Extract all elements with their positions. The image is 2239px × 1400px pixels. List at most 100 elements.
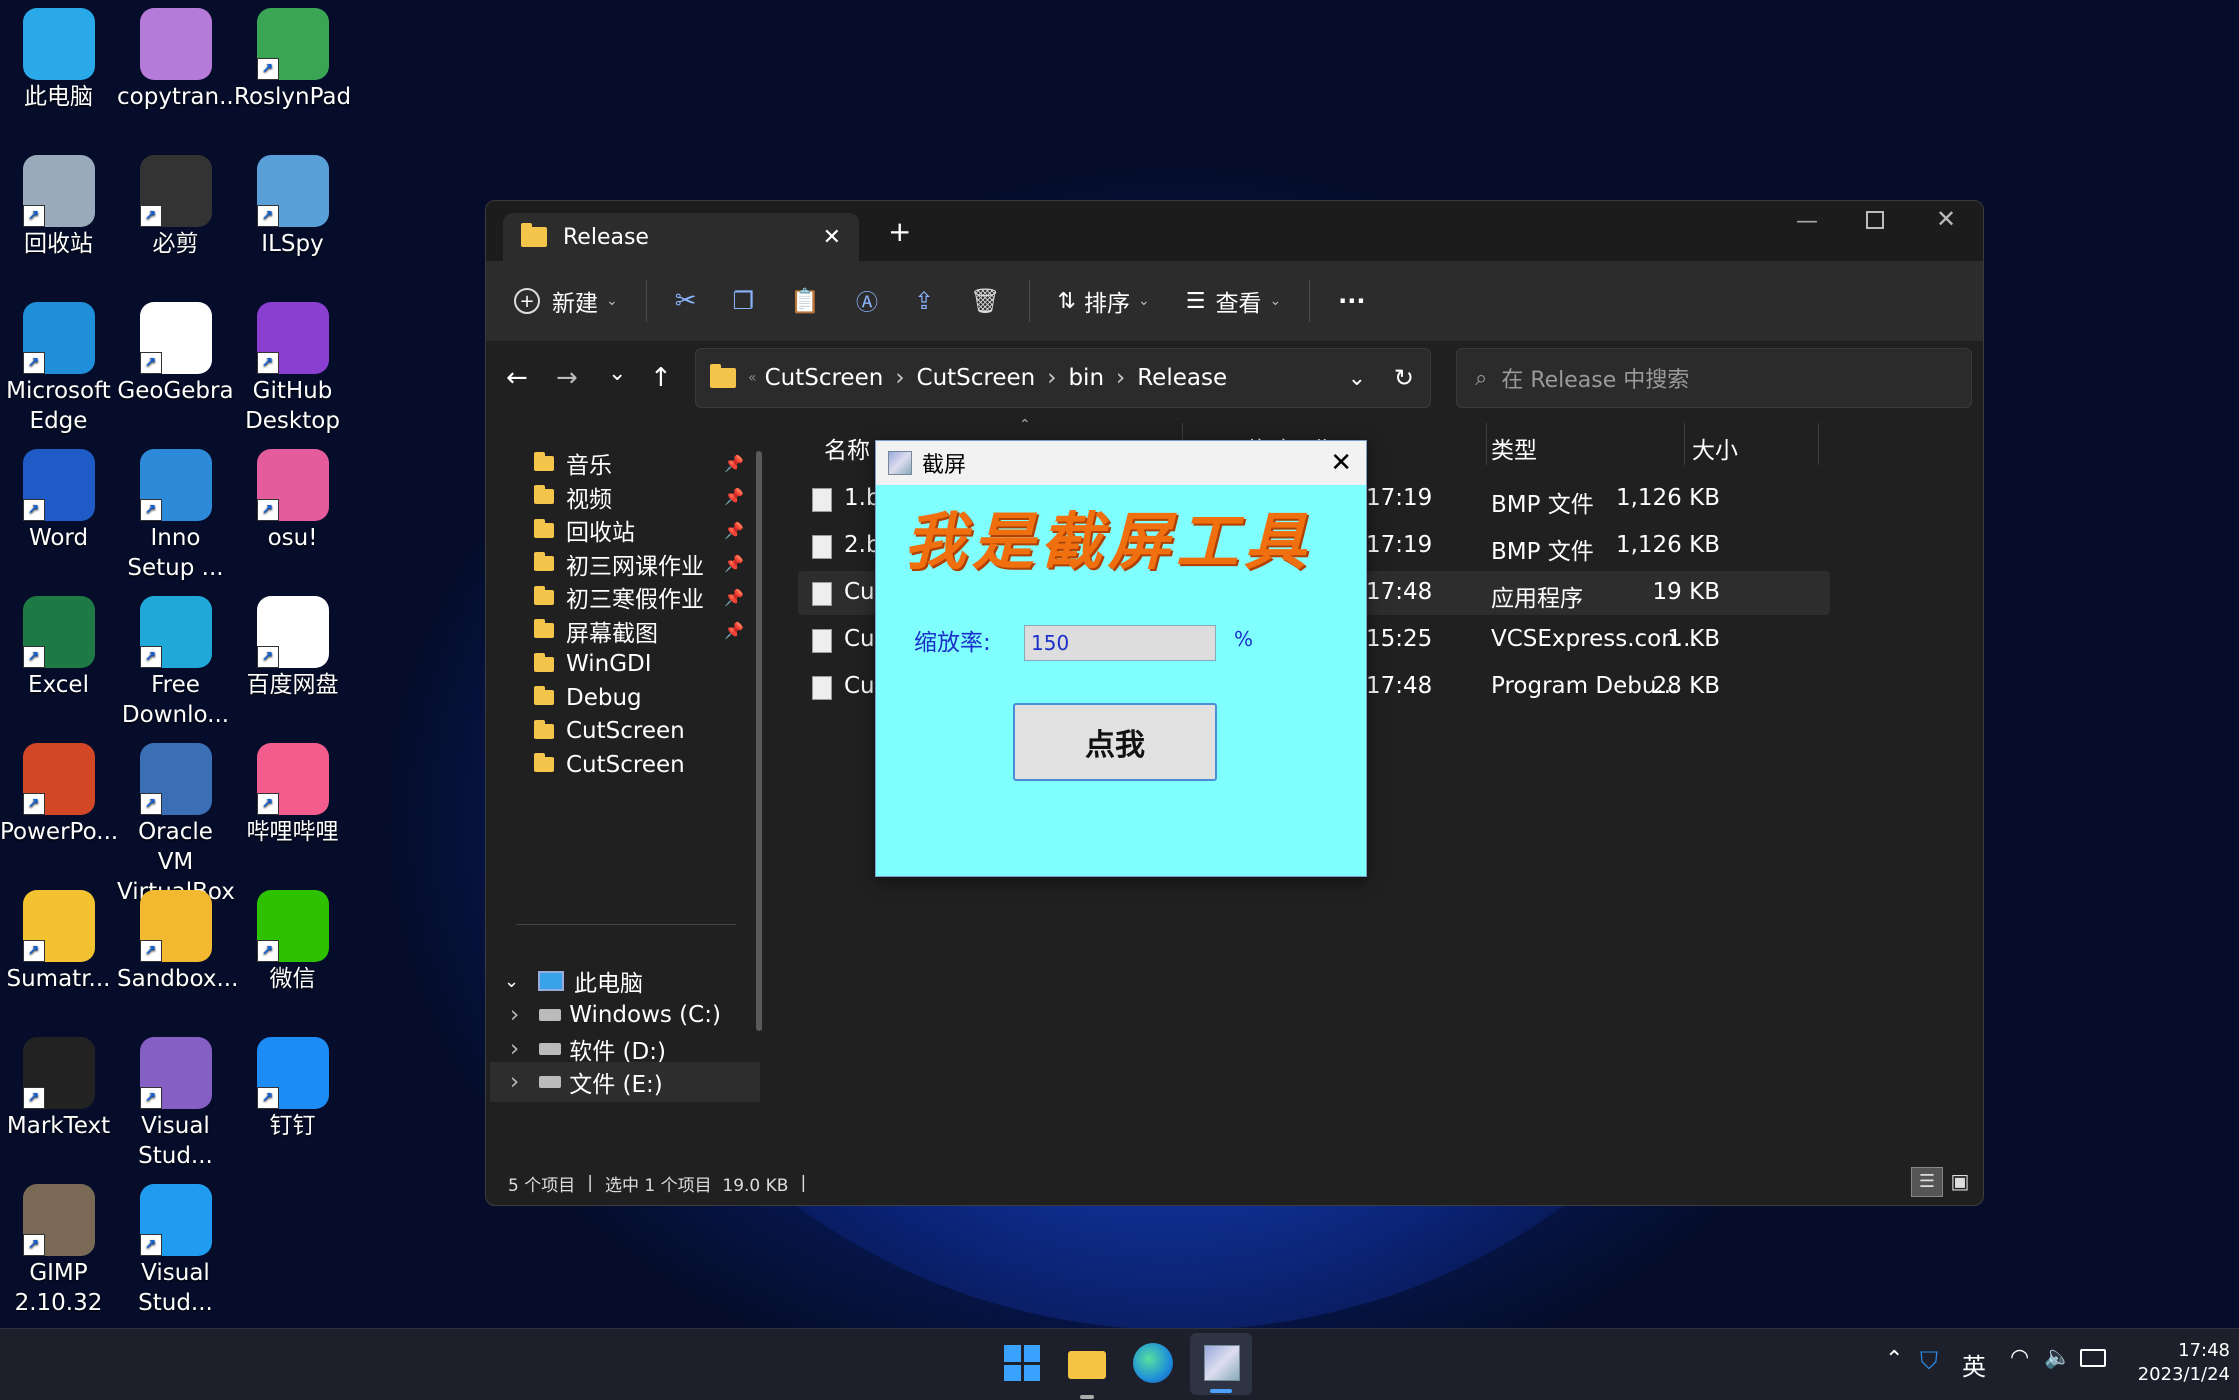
tiles-view-icon[interactable]: ▣ xyxy=(1946,1167,1974,1195)
search-box[interactable]: ⌕ 在 Release 中搜索 xyxy=(1456,348,1972,408)
nav-scrollbar[interactable] xyxy=(756,451,762,1031)
desktop-icon[interactable]: ↗ RoslynPad xyxy=(234,8,351,112)
close-tab-icon[interactable]: ✕ xyxy=(823,225,841,250)
excel-icon: ↗ xyxy=(22,596,95,668)
nav-item[interactable]: CutScreen xyxy=(534,745,685,785)
clock[interactable]: 17:48 2023/1/24 xyxy=(2120,1339,2230,1387)
geogebra-icon: ↗ xyxy=(139,302,212,374)
desktop-icon[interactable]: ↗ Microsoft Edge xyxy=(0,302,117,436)
maximize-icon[interactable] xyxy=(1866,211,1884,229)
up-icon[interactable]: ↑ xyxy=(650,363,672,393)
desktop-icon-label: Microsoft Edge xyxy=(6,378,111,434)
wifi-icon[interactable]: ◠ xyxy=(2010,1345,2029,1370)
desktop-icon[interactable]: ↗ 微信 xyxy=(234,890,351,994)
chevron-down-icon: ⌄ xyxy=(504,970,520,992)
minimize-icon[interactable]: — xyxy=(1796,209,1818,234)
battery-icon[interactable] xyxy=(2080,1349,2106,1367)
bijian-icon: ↗ xyxy=(139,155,212,227)
taskbar-cutscreen[interactable] xyxy=(1190,1333,1252,1395)
nav-label: Windows (C:) xyxy=(569,1002,721,1028)
desktop-icon[interactable]: ↗ Free Downlo... xyxy=(117,596,234,730)
file-size: 19 KB xyxy=(1652,579,1720,605)
desktop-icon[interactable]: ↗ MarkText xyxy=(0,1037,117,1141)
desktop-icon[interactable]: ↗ ILSpy xyxy=(234,155,351,259)
close-icon[interactable]: ✕ xyxy=(1330,448,1352,478)
active-indicator xyxy=(1210,1389,1232,1393)
desktop-icon[interactable]: ↗ Visual Stud... xyxy=(117,1037,234,1171)
details-view-icon[interactable]: ☰ xyxy=(1911,1167,1943,1197)
start-button[interactable] xyxy=(1004,1345,1040,1381)
desktop-icon[interactable]: ↗ Sandbox... xyxy=(117,890,238,994)
refresh-icon[interactable]: ↻ xyxy=(1394,364,1414,392)
show-hidden-icons[interactable]: ⌃ xyxy=(1885,1347,1903,1372)
cut-button[interactable]: ✂ xyxy=(657,276,715,326)
desktop-icon[interactable]: ↗ 哔哩哔哩 xyxy=(234,743,351,847)
desktop-icon[interactable]: copytran... xyxy=(117,8,241,112)
tab-release[interactable]: Release ✕ xyxy=(503,213,859,261)
breadcrumb-item[interactable]: CutScreen xyxy=(917,365,1036,391)
new-label: 新建 xyxy=(552,291,598,317)
taskbar-edge[interactable] xyxy=(1133,1343,1173,1383)
folder-icon xyxy=(534,619,554,638)
desktop-icon[interactable]: ↗ osu! xyxy=(234,449,351,553)
file-icon xyxy=(812,488,832,512)
desktop-icon-label: GeoGebra xyxy=(117,378,234,404)
click-me-button[interactable]: 点我 xyxy=(1013,703,1217,781)
shortcut-arrow-icon: ↗ xyxy=(22,940,45,962)
desktop-icon[interactable]: ↗Oracle VM VirtualBox xyxy=(117,743,235,907)
desktop-icon[interactable]: ↗ 必剪 xyxy=(117,155,234,259)
desktop-icon[interactable]: ↗ Visual Stud... xyxy=(117,1184,234,1318)
pin-icon: 📌 xyxy=(724,587,744,607)
shortcut-arrow-icon: ↗ xyxy=(256,793,279,815)
desktop-icon[interactable]: 此电脑 xyxy=(0,8,117,112)
sort-button[interactable]: ⇅ 排序 ⌄ xyxy=(1040,276,1168,326)
copy-button[interactable]: ❐ xyxy=(715,276,773,326)
breadcrumb-item[interactable]: CutScreen xyxy=(765,365,884,391)
breadcrumb-item[interactable]: Release xyxy=(1137,365,1227,391)
nav-label: 视频 xyxy=(566,486,612,513)
security-shield-icon[interactable]: ⛉ xyxy=(1920,1347,1938,1375)
delete-button[interactable]: 🗑 xyxy=(952,276,1018,326)
shortcut-arrow-icon: ↗ xyxy=(256,1087,279,1109)
breadcrumb-item[interactable]: bin xyxy=(1068,365,1104,391)
nav-drive[interactable]: › 文件 (E:) xyxy=(490,1062,760,1102)
sort-label: 排序 xyxy=(1083,291,1130,317)
status-bar: 5 个项目 | 选中 1 个项目 19.0 KB | ☰ ▣ xyxy=(486,1161,1983,1205)
taskbar-explorer[interactable] xyxy=(1066,1343,1108,1399)
folder-icon xyxy=(534,686,554,705)
desktop-icon-label: Visual Stud... xyxy=(138,1113,213,1169)
recent-chevron-icon[interactable]: ⌄ xyxy=(608,361,626,386)
breadcrumb[interactable]: « CutScreen › CutScreen › bin › Release … xyxy=(695,348,1431,408)
desktop-icon[interactable]: ↗ GitHub Desktop xyxy=(234,302,351,436)
paste-button[interactable]: 📋 xyxy=(772,276,838,326)
share-button[interactable]: ⇪ xyxy=(896,276,952,326)
input-language[interactable]: 英 xyxy=(1962,1347,1986,1382)
column-divider xyxy=(1486,423,1487,465)
more-options-button[interactable]: ··· xyxy=(1320,276,1383,326)
desktop-icon[interactable]: ↗ Word xyxy=(0,449,117,553)
scale-input[interactable]: 150 xyxy=(1024,625,1216,661)
volume-icon[interactable]: 🔈 xyxy=(2044,1345,2071,1370)
back-icon[interactable]: ← xyxy=(506,363,528,393)
forward-icon[interactable]: → xyxy=(556,363,578,393)
desktop-icon[interactable]: ↗ Inno Setup ... xyxy=(117,449,234,583)
desktop-icon[interactable]: ↗ GIMP 2.10.32 xyxy=(0,1184,117,1318)
desktop-icon[interactable]: ↗ PowerPo... xyxy=(0,743,118,847)
desktop-icon[interactable]: ↗ 百度网盘 xyxy=(234,596,351,700)
column-name[interactable]: 名称 xyxy=(824,431,870,465)
desktop-icon[interactable]: ↗ Sumatr... xyxy=(0,890,117,994)
desktop-icon[interactable]: ↗ GeoGebra xyxy=(117,302,234,406)
close-window-icon[interactable]: ✕ xyxy=(1936,205,1956,233)
view-button[interactable]: ☰ 查看 ⌄ xyxy=(1168,276,1299,326)
chevron-down-icon[interactable]: ⌄ xyxy=(1348,366,1366,391)
desktop-icon[interactable]: ↗ 回收站 xyxy=(0,155,117,259)
desktop-icon[interactable]: ↗ Excel xyxy=(0,596,117,700)
new-tab-icon[interactable]: + xyxy=(888,215,911,248)
new-button[interactable]: + 新建 ⌄ xyxy=(514,276,636,326)
rename-button[interactable]: Ⓐ xyxy=(838,276,896,326)
nav-label: 初三寒假作业 xyxy=(566,587,704,613)
column-size[interactable]: 大小 xyxy=(1692,431,1738,465)
desktop-icon[interactable]: ↗ 钉钉 xyxy=(234,1037,351,1141)
sumatra-pdf-icon: ↗ xyxy=(22,890,95,962)
column-type[interactable]: 类型 xyxy=(1491,431,1537,465)
